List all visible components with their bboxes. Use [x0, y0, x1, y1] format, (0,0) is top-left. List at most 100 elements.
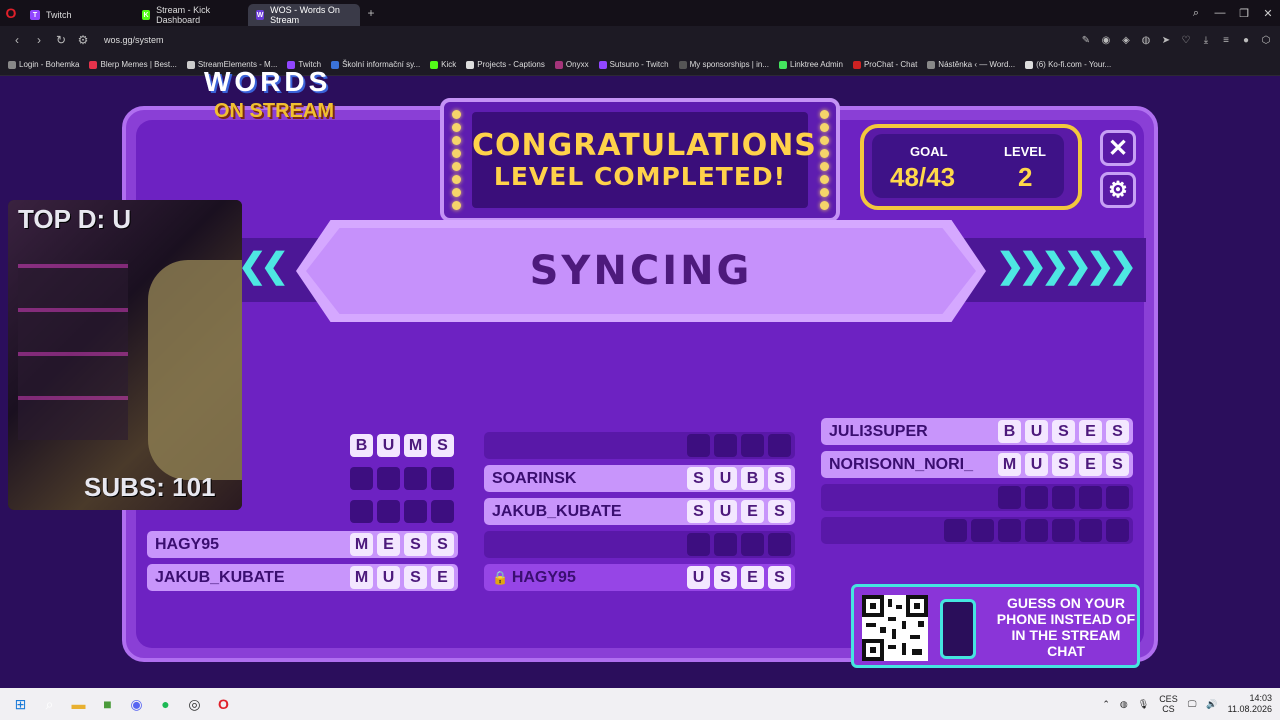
menu-icon[interactable]: ≡ — [1220, 35, 1232, 46]
download-icon[interactable]: ⤓ — [1200, 35, 1212, 46]
game-area: WORDS ON STREAM CONGRATULATIONS LEVEL CO… — [0, 66, 1280, 688]
obs-icon[interactable]: ◎ — [180, 688, 209, 720]
letter-tile: E — [377, 533, 400, 556]
maximize-icon[interactable]: ❐ — [1232, 7, 1256, 20]
letter-tile: U — [377, 434, 400, 457]
windows-start-icon[interactable]: ⊞ — [6, 688, 35, 720]
word-row: JULI3SUPER B U S E S — [821, 418, 1133, 445]
letter-tile: S — [687, 467, 710, 490]
close-icon[interactable]: ✕ — [1256, 7, 1280, 20]
browser-tab[interactable]: K Stream - Kick Dashboard — [134, 4, 246, 26]
forward-icon[interactable]: › — [28, 33, 50, 47]
site-info-icon[interactable]: ⚙ — [72, 33, 94, 47]
window-controls: ⌕ — ❐ ✕ — [1184, 0, 1280, 26]
close-button[interactable]: ✕ — [1100, 130, 1136, 166]
bookmark-item[interactable]: Login - Bohemka — [8, 60, 79, 69]
letter-tile — [404, 500, 427, 523]
edit-icon[interactable]: ✎ — [1080, 35, 1092, 46]
letter-tile: S — [404, 533, 427, 556]
bookmark-label: Login - Bohemka — [19, 60, 80, 69]
minimize-icon[interactable]: — — [1208, 7, 1232, 19]
qr-card[interactable]: GUESS ON YOUR PHONE INSTEAD OF IN THE ST… — [851, 584, 1140, 668]
word-row: NORISONN_NORI_ M U S E S — [821, 451, 1133, 478]
windows-taskbar: ⊞ ⌕ ▬ ■ ◉ ● ◎ O ⌃ ◍ 🎙 CES CS 🖵 🔊 14:03 11.… — [0, 688, 1280, 720]
letter-tile: U — [714, 467, 737, 490]
profile-icon[interactable]: ● — [1240, 35, 1252, 46]
bookmark-item[interactable]: Blerp Memes | Best... — [89, 60, 177, 69]
bookmark-favicon-icon — [779, 60, 788, 69]
bookmark-item[interactable]: Projects - Captions — [466, 60, 545, 69]
person-silhouette — [148, 260, 242, 480]
opera-taskbar-icon[interactable]: O — [209, 688, 238, 720]
file-explorer-icon[interactable]: ▬ — [64, 688, 93, 720]
camera-icon[interactable]: ◉ — [1100, 35, 1112, 46]
settings-gear-icon[interactable]: ⚙ — [1100, 172, 1136, 208]
bookmark-favicon-icon — [554, 60, 563, 69]
reload-icon[interactable]: ↻ — [50, 33, 72, 47]
letter-tile — [1106, 519, 1129, 542]
lock-icon: 🔒 — [492, 569, 512, 585]
letter-tile: U — [687, 566, 710, 589]
browser-tab-bar: O T Twitch K Stream - Kick Dashboard W WOS - … — [0, 0, 1280, 26]
opera-icon[interactable]: O — [0, 0, 22, 26]
letter-tile — [1079, 519, 1102, 542]
search-icon[interactable]: ⌕ — [35, 688, 64, 720]
letter-tile: S — [431, 434, 454, 457]
letter-tile — [971, 519, 994, 542]
qr-code-icon[interactable] — [862, 595, 928, 661]
letter-tile: B — [998, 420, 1021, 443]
network-icon[interactable]: 🖵 — [1188, 699, 1197, 710]
player-name: JAKUB_KUBATE — [492, 502, 622, 520]
browser-tab[interactable]: W WOS - Words On Stream — [248, 4, 360, 26]
chevron-up-icon[interactable]: ⌃ — [1102, 699, 1110, 710]
bookmark-item[interactable]: Nástěnka ‹ — Word... — [927, 60, 1015, 69]
letter-tile: S — [431, 533, 454, 556]
level-completed-text: LEVEL COMPLETED! — [493, 162, 787, 191]
bookmark-item[interactable]: Kick — [430, 60, 456, 69]
discord-icon[interactable]: ◉ — [122, 688, 151, 720]
clock[interactable]: 14:03 11.08.2026 — [1228, 693, 1272, 715]
spotify-icon[interactable]: ● — [151, 688, 180, 720]
heart-icon[interactable]: ♡ — [1180, 35, 1192, 46]
bookmark-item[interactable]: My sponsorships | in... — [678, 60, 769, 69]
player-name: HAGY95 — [155, 535, 220, 553]
letter-tile — [714, 533, 737, 556]
letter-tile: E — [1079, 420, 1102, 443]
word-row: HAGY95 M E S S — [147, 531, 458, 558]
bookmark-item[interactable]: Sutsuno - Twitch — [598, 60, 669, 69]
word-row: SOARINSK S U B S — [484, 465, 795, 492]
left-chevrons-icon: ❮❮ — [238, 247, 289, 285]
browser-tab[interactable]: T Twitch — [22, 4, 132, 26]
search-icon[interactable]: ⌕ — [1184, 7, 1208, 20]
letter-tile: U — [714, 500, 737, 523]
new-tab-button[interactable]: + — [362, 4, 380, 22]
send-icon[interactable]: ➤ — [1160, 35, 1172, 46]
url-field[interactable]: wos.gg/system — [104, 35, 1004, 45]
player-name: HAGY95 — [511, 568, 576, 586]
bookmark-item[interactable]: ProChat - Chat — [852, 60, 917, 69]
letter-tile: S — [687, 500, 710, 523]
minecraft-icon[interactable]: ■ — [93, 688, 122, 720]
player-name: JAKUB_KUBATE — [155, 568, 285, 586]
language-indicator[interactable]: CES CS — [1159, 694, 1178, 714]
bookmark-favicon-icon — [430, 60, 439, 69]
shield-icon[interactable]: ◈ — [1120, 35, 1132, 46]
bookmark-item[interactable]: Linktree Admin — [779, 60, 843, 69]
bookmark-item[interactable]: Onyxx — [554, 60, 589, 69]
extensions-icon[interactable]: ⬡ — [1260, 35, 1272, 46]
vpn-icon[interactable]: ◍ — [1140, 35, 1152, 46]
volume-icon[interactable]: 🔊 — [1206, 699, 1217, 710]
bookmark-favicon-icon — [89, 60, 98, 69]
wos-logo: WORDS ON STREAM — [204, 66, 334, 122]
letter-tile — [350, 500, 373, 523]
letter-tile: M — [350, 533, 373, 556]
letter-tile: S — [1052, 420, 1075, 443]
back-icon[interactable]: ‹ — [6, 33, 28, 47]
word-row: 🔒 HAGY95 U S E S — [484, 564, 795, 591]
bookmark-favicon-icon — [8, 60, 16, 69]
word-row — [821, 484, 1133, 511]
tab-favicon-icon: K — [142, 10, 151, 20]
steam-icon[interactable]: ◍ — [1120, 699, 1128, 710]
bookmark-item[interactable]: (6) Ko-fi.com - Your... — [1025, 60, 1111, 69]
microphone-icon[interactable]: 🎙 — [1138, 699, 1149, 710]
